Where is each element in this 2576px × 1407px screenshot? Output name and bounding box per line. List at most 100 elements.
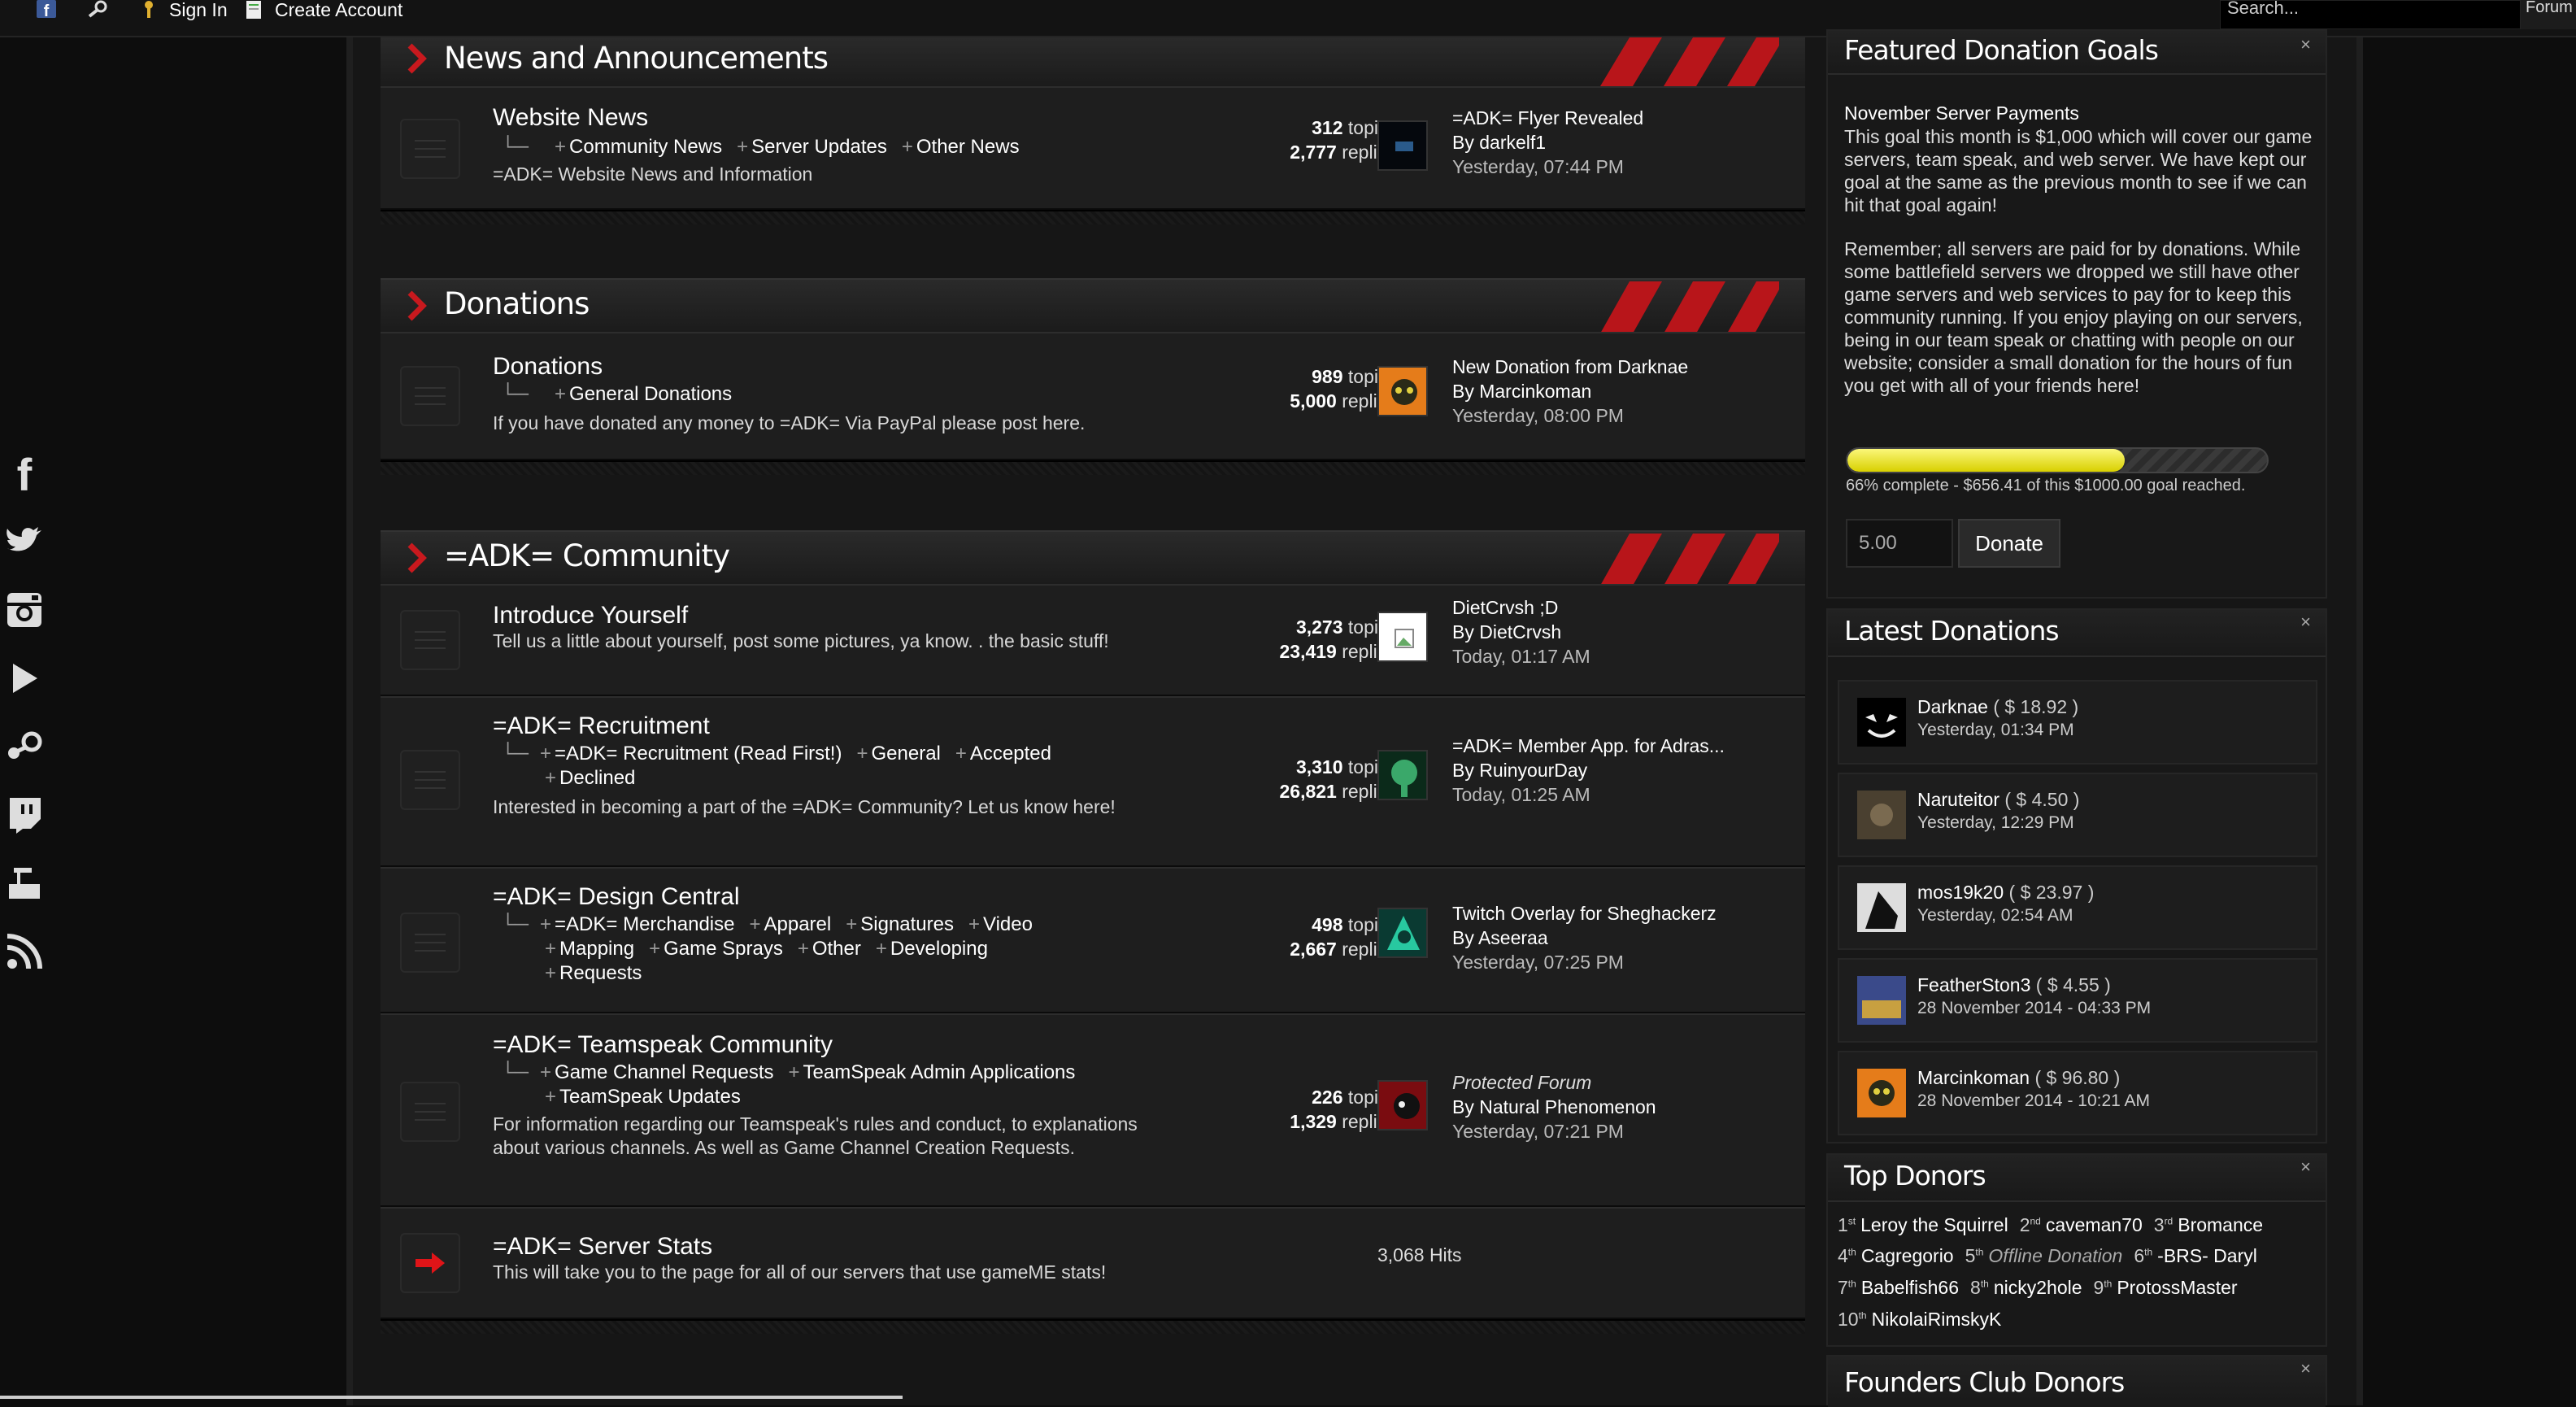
last-post-author[interactable]: Aseeraa <box>1478 927 1548 948</box>
donate-button[interactable]: Donate <box>1958 519 2060 568</box>
forum-row-redirect[interactable]: =ADK= Server Stats This will take you to… <box>381 1207 1805 1319</box>
forum-title[interactable]: Website News <box>493 104 648 132</box>
panel-header: Founders Club Donors × <box>1828 1357 2326 1407</box>
steam-icon[interactable] <box>0 712 49 781</box>
close-icon[interactable]: × <box>2300 34 2311 55</box>
donor-name[interactable]: Offline Donation <box>1988 1245 2122 1266</box>
forum-row[interactable]: =ADK= Teamspeak Community └─ + Game Channe… <box>381 1013 1805 1207</box>
forum-title[interactable]: =ADK= Server Stats <box>493 1233 712 1261</box>
subforum-link[interactable]: Community News <box>569 136 722 158</box>
subforum-link[interactable]: Accepted <box>970 743 1051 764</box>
donor-name[interactable]: Leroy the Squirrel <box>1860 1214 2008 1235</box>
subforum-link[interactable]: Developing <box>890 938 988 960</box>
steam-login-icon[interactable] <box>88 0 109 20</box>
category-header[interactable]: =ADK= Community <box>381 530 1805 586</box>
subforum-list: └─ + Community News + Server Updates + Other N… <box>501 136 1020 158</box>
forum-row[interactable]: Website News └─ + Community News + Server Up… <box>381 86 1805 210</box>
forum-row[interactable]: =ADK= Recruitment └─ + =ADK= Recruitment (… <box>381 696 1805 867</box>
facebook-login-icon[interactable]: f <box>36 0 57 20</box>
subforum-link[interactable]: TeamSpeak Updates <box>559 1086 741 1108</box>
top-donors-line: 10th NikolaiRimskyK <box>1838 1301 2326 1333</box>
forum-title[interactable]: Introduce Yourself <box>493 602 688 629</box>
last-post-title[interactable]: Twitch Overlay for Sheghackerz <box>1452 901 1794 926</box>
subforum-link[interactable]: TeamSpeak Admin Applications <box>803 1061 1076 1083</box>
subforum-link[interactable]: =ADK= Merchandise <box>555 913 734 935</box>
category-header[interactable]: Donations <box>381 278 1805 333</box>
donor-name[interactable]: Marcinkoman <box>1917 1067 2030 1088</box>
top-donors-list: 1st Leroy the Squirrel 2nd caveman70 3rd Brom… <box>1838 1207 2326 1333</box>
subforum-link[interactable]: Server Updates <box>751 136 887 158</box>
last-poster-avatar[interactable] <box>1377 120 1428 171</box>
subforum-link[interactable]: Video <box>983 913 1033 935</box>
donation-item[interactable]: Naruteitor ( $ 4.50 ) Yesterday, 12:29 P… <box>1838 773 2317 857</box>
youtube-icon[interactable] <box>0 644 49 712</box>
forum-row[interactable]: Donations └─ + General Donations If you ha… <box>381 332 1805 460</box>
subforum-link[interactable]: Requests <box>559 962 642 984</box>
last-poster-avatar[interactable] <box>1377 1080 1428 1130</box>
subforum-link[interactable]: Other News <box>916 136 1020 158</box>
forum-row[interactable]: Introduce Yourself Tell us a little abou… <box>381 584 1805 696</box>
last-poster-avatar[interactable] <box>1377 612 1428 662</box>
horizontal-scrollbar[interactable] <box>0 1396 903 1399</box>
subforum-link[interactable]: General <box>871 743 940 764</box>
last-poster-avatar[interactable] <box>1377 908 1428 958</box>
subforum-link[interactable]: Other <box>812 938 861 960</box>
battlefield-icon[interactable] <box>0 849 49 917</box>
last-post-title[interactable]: DietCrvsh ;D <box>1452 595 1794 620</box>
forum-title[interactable]: =ADK= Recruitment <box>493 712 710 740</box>
donation-amount-input[interactable] <box>1846 519 1953 568</box>
donation-item[interactable]: mos19k20 ( $ 23.97 ) Yesterday, 02:54 AM <box>1838 865 2317 950</box>
facebook-icon[interactable]: f <box>0 439 49 507</box>
instagram-icon[interactable] <box>0 576 49 644</box>
forum-title[interactable]: =ADK= Design Central <box>493 883 740 911</box>
close-icon[interactable]: × <box>2300 1358 2311 1379</box>
category-header[interactable]: News and Announcements <box>381 37 1805 86</box>
forum-row[interactable]: =ADK= Design Central └─ + =ADK= Merchandis… <box>381 867 1805 1013</box>
rss-icon[interactable] <box>0 917 49 986</box>
last-post-author[interactable]: Natural Phenomenon <box>1479 1096 1656 1117</box>
subforum-link[interactable]: Game Sprays <box>664 938 783 960</box>
donor-name[interactable]: Babelfish66 <box>1861 1277 1959 1298</box>
last-post-title[interactable]: =ADK= Flyer Revealed <box>1452 106 1794 130</box>
twitch-icon[interactable] <box>0 781 49 849</box>
donor-name[interactable]: nicky2hole <box>1994 1277 2082 1298</box>
subforum-link[interactable]: Game Channel Requests <box>555 1061 773 1083</box>
subforum-link[interactable]: Apparel <box>764 913 832 935</box>
close-icon[interactable]: × <box>2300 612 2311 633</box>
search-scope-dropdown[interactable]: Forum <box>2521 0 2576 29</box>
forum-title[interactable]: =ADK= Teamspeak Community <box>493 1031 833 1059</box>
donor-name[interactable]: caveman70 <box>2046 1214 2143 1235</box>
subforum-link[interactable]: General Donations <box>569 383 732 405</box>
forum-title[interactable]: Donations <box>493 353 603 381</box>
sign-in-link[interactable]: Sign In <box>138 0 228 20</box>
search-input[interactable]: Search... <box>2220 0 2521 29</box>
donor-name[interactable]: Naruteitor <box>1917 789 1999 810</box>
subforum-link[interactable]: =ADK= Recruitment (Read First!) <box>555 743 842 764</box>
create-account-link[interactable]: Create Account <box>244 0 402 20</box>
subforum-link[interactable]: Mapping <box>559 938 634 960</box>
twitter-icon[interactable] <box>0 507 49 576</box>
last-post-title[interactable]: New Donation from Darknae <box>1452 355 1794 379</box>
donor-name[interactable]: Darknae <box>1917 696 1988 717</box>
last-poster-avatar[interactable] <box>1377 750 1428 800</box>
last-post-title[interactable]: =ADK= Member App. for Adras... <box>1452 734 1794 758</box>
donor-name[interactable]: -BRS- Daryl <box>2157 1245 2257 1266</box>
last-poster-avatar[interactable] <box>1377 366 1428 416</box>
forum-stats: 989 topics 5,000 replies <box>1290 366 1397 412</box>
donor-name[interactable]: NikolaiRimskyK <box>1872 1309 2002 1330</box>
donation-item[interactable]: Darknae ( $ 18.92 ) Yesterday, 01:34 PM <box>1838 680 2317 764</box>
close-icon[interactable]: × <box>2300 1157 2311 1178</box>
donor-name[interactable]: Bromance <box>2178 1214 2263 1235</box>
donor-name[interactable]: mos19k20 <box>1917 882 2004 903</box>
subforum-link[interactable]: Declined <box>559 767 635 789</box>
last-post-author[interactable]: darkelf1 <box>1479 132 1546 153</box>
subforum-link[interactable]: Signatures <box>860 913 954 935</box>
donation-item[interactable]: FeatherSton3 ( $ 4.55 ) 28 November 2014… <box>1838 958 2317 1043</box>
donor-name[interactable]: ProtossMaster <box>2117 1277 2237 1298</box>
last-post-author[interactable]: RuinyourDay <box>1479 760 1587 781</box>
donor-name[interactable]: FeatherSton3 <box>1917 974 2030 995</box>
donor-name[interactable]: Cagregorio <box>1861 1245 1954 1266</box>
last-post-author[interactable]: DietCrvsh <box>1479 621 1561 643</box>
donation-item[interactable]: Marcinkoman ( $ 96.80 ) 28 November 2014… <box>1838 1051 2317 1135</box>
last-post-author[interactable]: Marcinkoman <box>1479 381 1591 402</box>
